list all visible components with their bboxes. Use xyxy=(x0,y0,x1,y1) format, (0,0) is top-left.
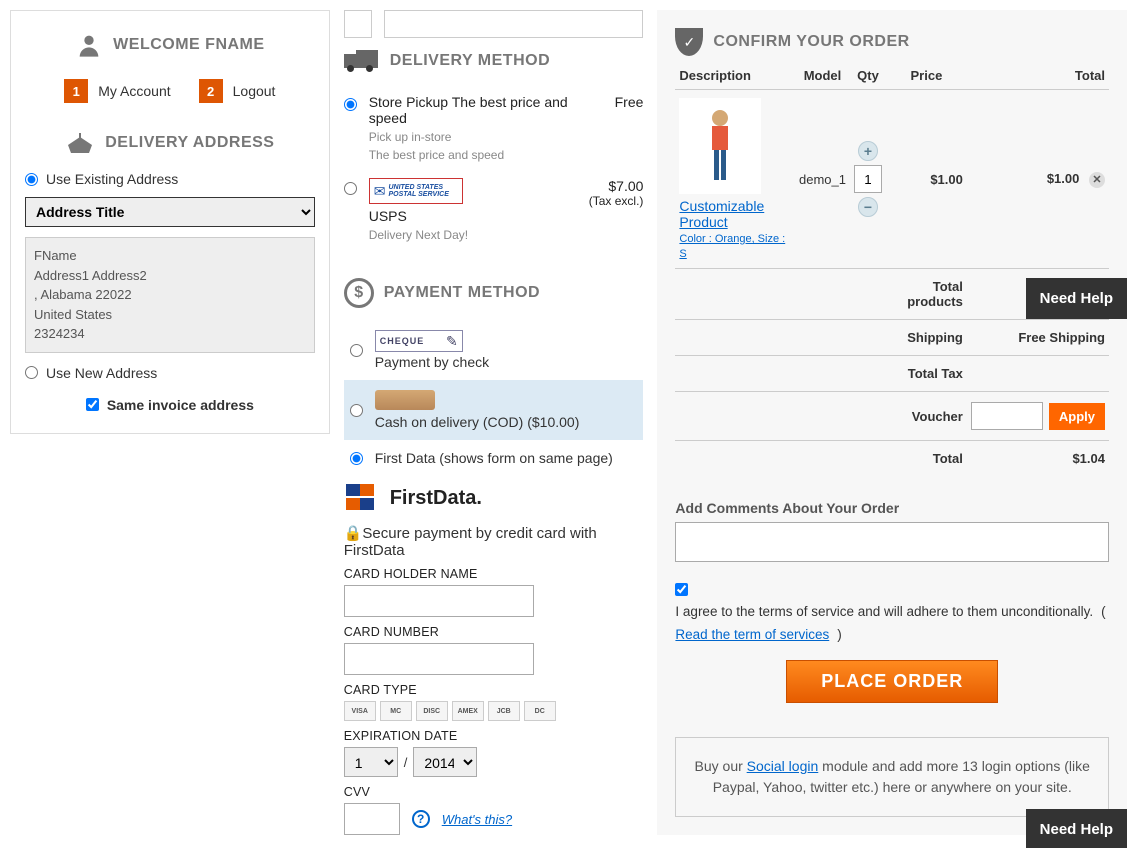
use-new-address[interactable]: Use New Address xyxy=(25,365,315,381)
account-panel: WELCOME FNAME 1 My Account 2 Logout DELI… xyxy=(10,10,330,434)
shipping-payment-panel: DELIVERY METHOD Store Pickup The best pr… xyxy=(344,10,644,835)
whats-this-link[interactable]: What's this? xyxy=(442,812,512,827)
ship-icon xyxy=(65,131,95,155)
product-attrs-link[interactable]: Color : Orange, Size : S xyxy=(679,233,785,260)
payment-cod[interactable]: Cash on delivery (COD) ($10.00) xyxy=(344,380,644,440)
place-order-button[interactable]: PLACE ORDER xyxy=(786,660,998,703)
delivery-address-header: DELIVERY ADDRESS xyxy=(25,131,315,155)
need-help-tab[interactable]: Need Help xyxy=(1026,809,1127,848)
dollar-icon: $ xyxy=(344,278,374,308)
payment-cheque[interactable]: CHEQUE ✎ Payment by check xyxy=(344,320,644,380)
social-login-link[interactable]: Social login xyxy=(747,758,819,774)
address-display: FName Address1 Address2 , Alabama 22022 … xyxy=(25,237,315,353)
need-help-tab[interactable]: Need Help xyxy=(1026,278,1127,319)
discover-icon[interactable]: DISC xyxy=(416,701,448,721)
card-number-input[interactable] xyxy=(344,643,534,675)
progress-placeholder xyxy=(344,10,644,38)
amex-icon[interactable]: AMEX xyxy=(452,701,484,721)
secure-payment-text: 🔒Secure payment by credit card with Firs… xyxy=(344,524,644,559)
tos-checkbox[interactable] xyxy=(675,583,688,596)
same-invoice-checkbox[interactable]: Same invoice address xyxy=(25,397,315,413)
cheque-icon: CHEQUE ✎ xyxy=(375,330,463,352)
shield-check-icon: ✓ xyxy=(675,28,703,56)
delivery-method-header: DELIVERY METHOD xyxy=(344,50,644,72)
model-cell: demo_1 xyxy=(795,90,850,269)
qty-input[interactable] xyxy=(854,165,882,193)
step-my-account[interactable]: 1 My Account xyxy=(64,79,170,103)
delivery-option-usps[interactable]: ✉ UNITED STATES POSTAL SERVICE USPS Deli… xyxy=(344,170,644,250)
diners-icon[interactable]: DC xyxy=(524,701,556,721)
lock-icon: 🔒 xyxy=(344,525,363,542)
welcome-header: WELCOME FNAME xyxy=(25,31,315,59)
remove-item-button[interactable]: ✕ xyxy=(1089,172,1105,188)
order-row: Customizable Product Color : Orange, Siz… xyxy=(675,90,1109,269)
confirm-order-header: ✓ CONFIRM YOUR ORDER xyxy=(675,28,1109,56)
exp-year-select[interactable]: 2014 xyxy=(413,747,477,777)
payment-method-header: $ PAYMENT METHOD xyxy=(344,278,644,308)
mastercard-icon[interactable]: MC xyxy=(380,701,412,721)
card-holder-input[interactable] xyxy=(344,585,534,617)
order-summary-table: Description Model Qty Price Total Custom… xyxy=(675,62,1109,476)
address-select[interactable]: Address Title xyxy=(25,197,315,227)
order-comments-input[interactable] xyxy=(675,522,1109,562)
exp-month-select[interactable]: 1 xyxy=(344,747,398,777)
qty-decrease-button[interactable]: − xyxy=(858,197,878,217)
product-image xyxy=(679,98,761,194)
jcb-icon[interactable]: JCB xyxy=(488,701,520,721)
qty-increase-button[interactable]: + xyxy=(858,141,878,161)
product-link[interactable]: Customizable Product xyxy=(679,198,791,230)
person-icon xyxy=(75,31,103,59)
help-icon[interactable]: ? xyxy=(412,810,430,828)
voucher-input[interactable] xyxy=(971,402,1043,430)
confirm-order-panel: ✓ CONFIRM YOUR ORDER Description Model Q… xyxy=(657,10,1127,835)
account-steps: 1 My Account 2 Logout xyxy=(25,79,315,103)
promo-banner: Buy our Social login module and add more… xyxy=(675,737,1109,817)
visa-icon[interactable]: VISA xyxy=(344,701,376,721)
firstdata-logo: FirstData. xyxy=(346,484,644,512)
card-type-icons: VISA MC DISC AMEX JCB DC xyxy=(344,701,644,721)
use-existing-address[interactable]: Use Existing Address xyxy=(25,171,315,187)
apply-voucher-button[interactable]: Apply xyxy=(1049,403,1105,430)
delivery-option-store-pickup[interactable]: Store Pickup The best price and speed Pi… xyxy=(344,86,644,170)
usps-logo: ✉ UNITED STATES POSTAL SERVICE xyxy=(369,178,463,204)
welcome-title: WELCOME FNAME xyxy=(113,36,264,54)
tos-link[interactable]: Read the term of services xyxy=(675,627,829,642)
truck-icon xyxy=(344,50,380,72)
step-logout[interactable]: 2 Logout xyxy=(199,79,276,103)
cod-icon xyxy=(375,390,435,410)
cvv-input[interactable] xyxy=(344,803,400,835)
payment-firstdata[interactable]: First Data (shows form on same page) xyxy=(344,440,644,476)
